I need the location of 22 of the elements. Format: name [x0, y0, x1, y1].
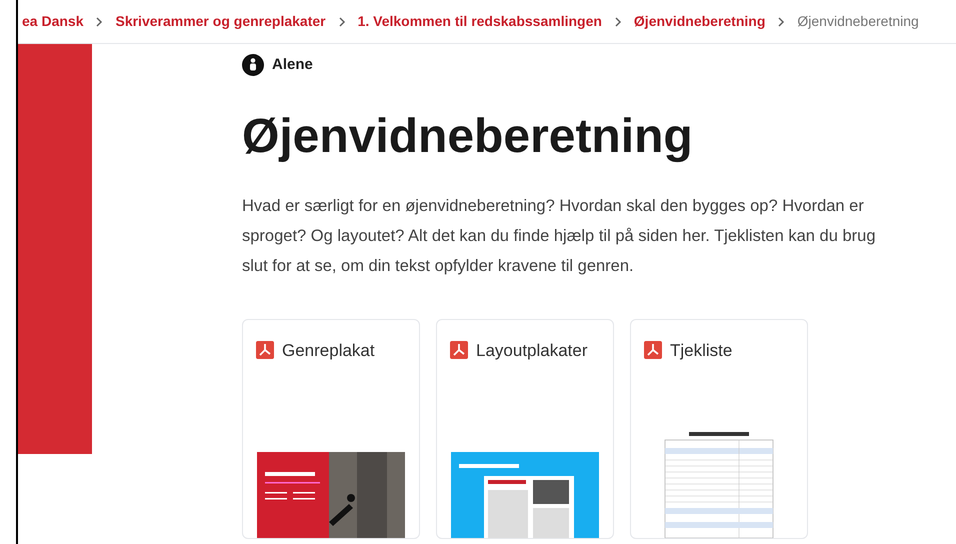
pdf-icon: [450, 341, 468, 360]
card-title: Layoutplakater: [476, 340, 588, 362]
page-title: Øjenvidneberetning: [242, 108, 694, 164]
download-card[interactable]: Genreplakat: [242, 318, 420, 538]
download-card[interactable]: Tjekliste: [630, 318, 808, 538]
person-icon: [242, 54, 264, 76]
chevron-icon: [95, 16, 104, 26]
breadcrumb-link[interactable]: Skriverammer og genreplakater: [115, 11, 326, 32]
download-card[interactable]: Layoutplakater: [436, 318, 614, 538]
chevron-icon: [338, 16, 346, 26]
tag-label: Alene: [272, 55, 313, 75]
chevron-icon: [777, 16, 786, 26]
pdf-icon: [256, 341, 274, 360]
pdf-icon: [644, 341, 662, 360]
breadcrumb-link[interactable]: ea Dansk: [22, 11, 84, 32]
card-title: Tjekliste: [670, 340, 732, 362]
breadcrumb-link[interactable]: Øjenvidneberetning: [634, 11, 766, 32]
chevron-icon: [614, 16, 622, 26]
card-title: Genreplakat: [282, 340, 375, 362]
intro-paragraph: Hvad er særligt for en øjenvidneberetning? Hvordan skal den bygges op? Hvordan er sproget? Og layoutet? Alt det kan du finde hjælp til på siden her. Tjeklisten kan du brug slut for at se, om din tekst opfylder kravene til genren.: [242, 196, 876, 276]
breadcrumb-current: Øjenvidneberetning: [797, 12, 919, 31]
breadcrumb-link[interactable]: 1. Velkommen til redskabssamlingen: [358, 11, 602, 32]
